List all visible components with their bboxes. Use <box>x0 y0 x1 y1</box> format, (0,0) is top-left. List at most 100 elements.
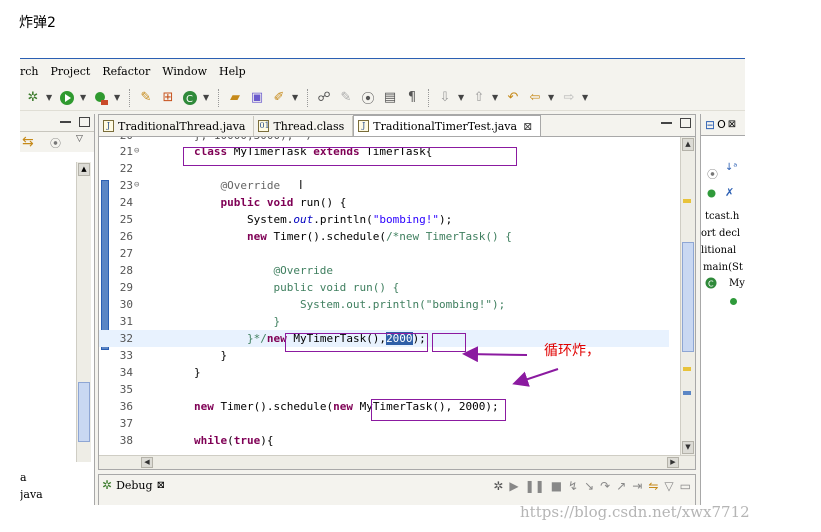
step-return-icon[interactable]: ↗ <box>616 479 626 493</box>
new-class-icon[interactable]: C <box>181 89 199 107</box>
scroll-up-icon[interactable]: ▲ <box>78 163 90 176</box>
disconnect-icon[interactable]: ↯ <box>568 479 578 493</box>
hide-nonpublic-icon[interactable]: ✗ <box>725 186 734 199</box>
chevron-down-icon[interactable]: ▼ <box>292 93 300 102</box>
chevron-down-icon[interactable]: ▼ <box>458 93 466 102</box>
code-line: 35 <box>119 383 133 396</box>
debug-icon[interactable]: ✲ <box>24 89 42 107</box>
close-icon[interactable]: ⊠ <box>157 480 165 491</box>
editor-horizontal-scrollbar[interactable]: ◀ ▶ <box>99 455 695 469</box>
watermark: https://blog.csdn.net/xwx7712 <box>520 503 750 521</box>
warning-marker[interactable] <box>683 199 691 203</box>
back-icon[interactable]: ⇦ <box>526 89 544 107</box>
scroll-up-icon[interactable]: ▲ <box>682 138 694 151</box>
chevron-down-icon[interactable]: ▼ <box>492 93 500 102</box>
code-line: 31 } <box>119 315 281 328</box>
suspend-icon[interactable]: ❚❚ <box>525 479 545 493</box>
collapse-all-icon[interactable]: ⦿ <box>50 135 61 151</box>
chevron-down-icon[interactable]: ▽ <box>76 134 83 144</box>
scroll-left-icon[interactable]: ◀ <box>141 457 153 468</box>
step-over-icon[interactable]: ↷ <box>600 479 610 493</box>
tab-thread-class[interactable]: 01 Thread.class <box>254 116 354 136</box>
toggle-mark-icon[interactable]: ☍ <box>315 89 333 107</box>
open-type-icon[interactable]: ▰ <box>226 89 244 107</box>
occurrence-marker[interactable] <box>683 391 691 395</box>
close-icon[interactable]: ⊠ <box>523 120 532 133</box>
warning-marker[interactable] <box>683 367 691 371</box>
chevron-down-icon[interactable]: ▼ <box>548 93 556 102</box>
highlight-box-2000 <box>432 333 466 352</box>
class-icon: C <box>705 277 717 292</box>
sort-icon[interactable]: ↓ᵃ <box>725 162 737 173</box>
fold-icon[interactable]: ⊖ <box>134 177 139 194</box>
remove-launches-icon[interactable]: ✲ <box>493 479 503 493</box>
minimize-icon[interactable]: ▭ <box>680 479 691 493</box>
chevron-down-icon[interactable]: ▼ <box>203 93 211 102</box>
scroll-thumb[interactable] <box>78 382 90 442</box>
outline-item[interactable]: tcast.h <box>705 211 739 222</box>
chevron-down-icon[interactable]: ▼ <box>46 93 54 102</box>
hide-fields-icon[interactable]: ⦿ <box>707 166 718 182</box>
prev-annotation-icon[interactable]: ⇧ <box>470 89 488 107</box>
outline-item[interactable]: main(St <box>703 262 743 273</box>
chevron-down-icon[interactable]: ▼ <box>582 93 590 102</box>
last-edit-icon[interactable]: ↶ <box>504 89 522 107</box>
tree-item[interactable]: java <box>20 488 43 501</box>
run-icon[interactable] <box>58 89 76 107</box>
maximize-icon[interactable] <box>79 117 90 127</box>
show-whitespace-icon[interactable]: ¶ <box>403 89 421 107</box>
open-task-icon[interactable]: ▣ <box>248 89 266 107</box>
highlight-icon[interactable]: ✎ <box>337 89 355 107</box>
menu-help[interactable]: Help <box>219 65 246 78</box>
chevron-down-icon[interactable]: ▼ <box>80 93 88 102</box>
menu-window[interactable]: Window <box>162 65 207 78</box>
tree-item[interactable]: a <box>20 471 27 484</box>
annotation-label: 循环炸， <box>544 343 600 359</box>
scroll-right-icon[interactable]: ▶ <box>667 457 679 468</box>
outline-item[interactable]: ort decl <box>701 228 740 239</box>
new-java-project-icon[interactable]: ✎ <box>137 89 155 107</box>
eclipse-window: rch Project Refactor Window Help ✲ ▼ ▼ ▼… <box>20 58 745 505</box>
outline-item[interactable]: MyI <box>729 278 745 289</box>
debug-tab-label: Debug <box>116 478 153 492</box>
resume-icon[interactable]: ▶ <box>509 479 518 493</box>
step-into-icon[interactable]: ↘ <box>584 479 594 493</box>
link-editor-icon[interactable]: ⇆ <box>22 134 34 150</box>
chevron-down-icon[interactable]: ▼ <box>114 93 122 102</box>
minimize-icon[interactable] <box>661 118 672 124</box>
public-member-icon[interactable] <box>707 188 716 201</box>
menu-refactor[interactable]: Refactor <box>102 65 150 78</box>
view-menu-icon[interactable]: ▽ <box>664 479 673 493</box>
code-line: 25 System.out.println("bombing!"); <box>119 213 453 226</box>
forward-icon[interactable]: ⇨ <box>560 89 578 107</box>
breadcrumb-icon[interactable]: ⦿ <box>359 89 377 107</box>
outline-item[interactable]: litional <box>701 245 736 256</box>
new-package-icon[interactable]: ⊞ <box>159 89 177 107</box>
outline-view: ⊟ O ⊠ ⦿ ↓ᵃ ✗ tcast.h ort decl litional m… <box>700 114 745 505</box>
method-icon <box>729 296 738 309</box>
block-select-icon[interactable]: ▤ <box>381 89 399 107</box>
tab-traditional-timer-test[interactable]: J TraditionalTimerTest.java ⊠ <box>353 115 542 136</box>
scroll-down-icon[interactable]: ▼ <box>682 441 694 454</box>
tab-traditional-thread[interactable]: J TraditionalThread.java <box>99 116 255 136</box>
tab-debug[interactable]: ✲ Debug ⊠ <box>102 478 165 492</box>
outline-tab-label[interactable]: O <box>717 118 726 131</box>
drop-to-frame-icon[interactable]: ⇥ <box>632 479 642 493</box>
close-icon[interactable]: ⊠ <box>728 119 736 130</box>
minimize-icon[interactable] <box>60 117 71 123</box>
code-line: 28 @Override <box>119 264 334 277</box>
left-scrollbar[interactable]: ▲ <box>76 162 91 462</box>
use-step-filters-icon[interactable]: ⇋ <box>648 479 658 493</box>
tab-label: TraditionalThread.java <box>118 119 246 133</box>
toolbar-separator <box>428 88 429 107</box>
maximize-icon[interactable] <box>680 118 691 128</box>
menu-search[interactable]: rch <box>20 65 39 78</box>
terminate-icon[interactable]: ■ <box>551 479 562 493</box>
class-file-icon: 01 <box>258 120 270 132</box>
fold-icon[interactable]: ⊖ <box>134 143 139 160</box>
search-icon[interactable]: ✐ <box>270 89 288 107</box>
tab-label: Thread.class <box>273 119 345 133</box>
menu-project[interactable]: Project <box>51 65 91 78</box>
external-tools-icon[interactable] <box>92 89 110 107</box>
next-annotation-icon[interactable]: ⇩ <box>436 89 454 107</box>
